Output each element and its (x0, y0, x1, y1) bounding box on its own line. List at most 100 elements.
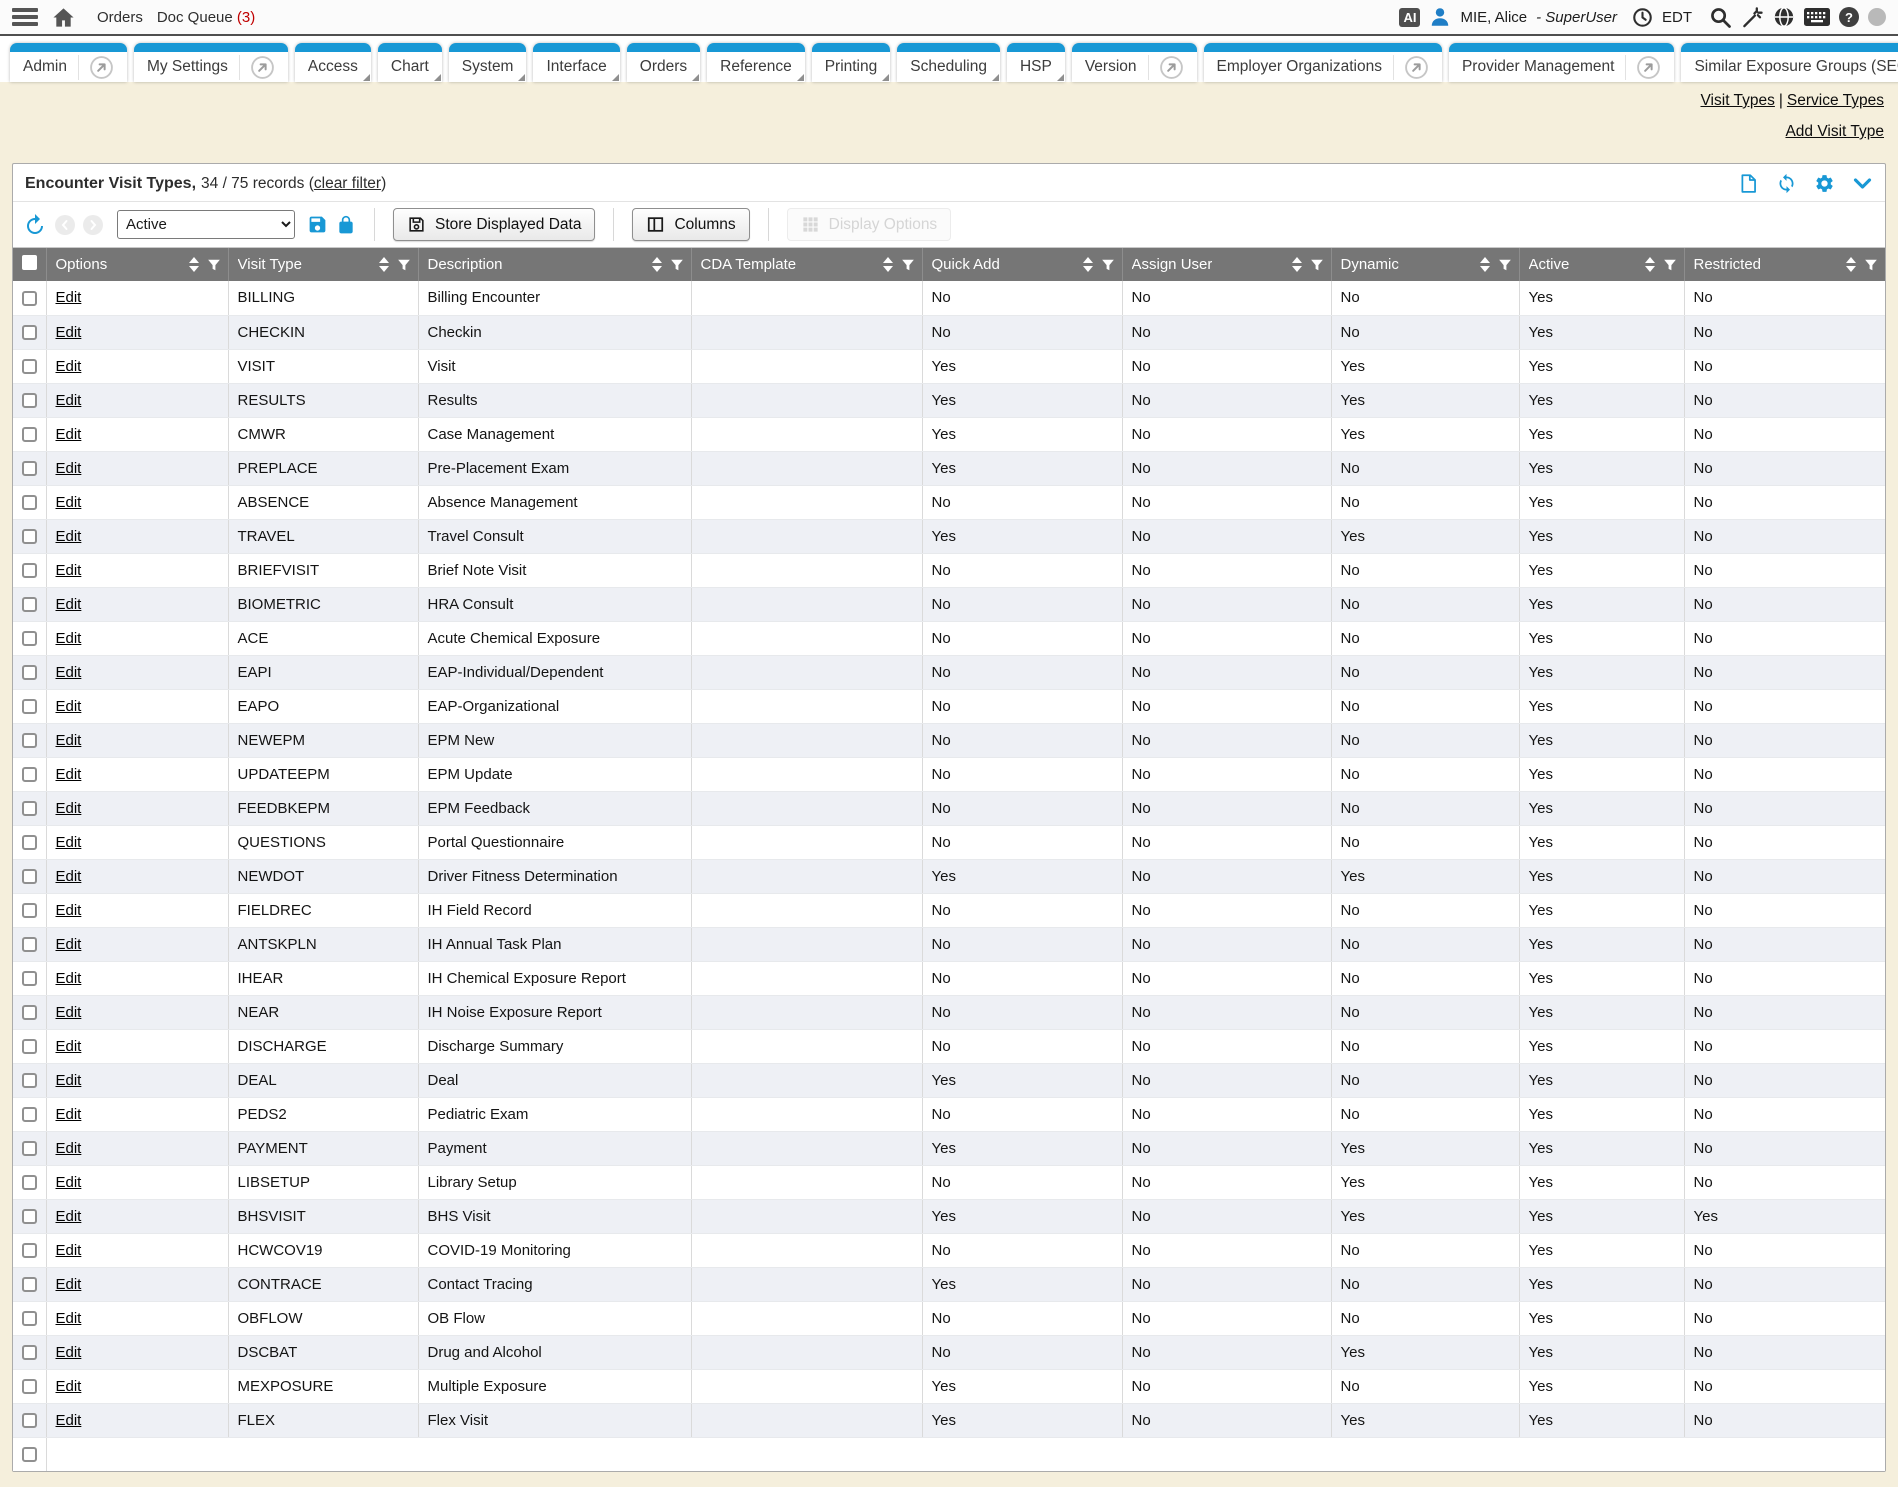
edit-link[interactable]: Edit (56, 630, 82, 647)
edit-link[interactable]: Edit (56, 494, 82, 511)
edit-link[interactable]: Edit (56, 868, 82, 885)
keyboard-icon[interactable] (1804, 8, 1830, 26)
nav-back-icon[interactable] (55, 215, 75, 235)
column-header-cda-template[interactable]: CDA Template (691, 248, 922, 281)
row-checkbox[interactable] (22, 869, 37, 884)
edit-link[interactable]: Edit (56, 936, 82, 953)
column-header-quick-add[interactable]: Quick Add (922, 248, 1122, 281)
tab-scheduling[interactable]: Scheduling (897, 43, 1000, 82)
edit-link[interactable]: Edit (56, 1140, 82, 1157)
user-name[interactable]: MIE, Alice (1460, 9, 1527, 26)
column-header-visit-type[interactable]: Visit Type (228, 248, 418, 281)
edit-link[interactable]: Edit (56, 562, 82, 579)
filter-funnel-icon[interactable] (670, 258, 684, 272)
row-checkbox[interactable] (22, 733, 37, 748)
sort-icon[interactable] (379, 257, 389, 272)
row-checkbox[interactable] (22, 393, 37, 408)
row-checkbox[interactable] (22, 563, 37, 578)
gear-icon[interactable] (1814, 173, 1835, 194)
edit-link[interactable]: Edit (56, 1208, 82, 1225)
tab-version[interactable]: Version (1072, 43, 1197, 82)
row-checkbox[interactable] (22, 1073, 37, 1088)
tab-hsp[interactable]: HSP (1007, 43, 1065, 82)
tab-access[interactable]: Access (295, 43, 371, 82)
row-checkbox[interactable] (22, 427, 37, 442)
filter-funnel-icon[interactable] (1310, 258, 1324, 272)
row-checkbox[interactable] (22, 291, 37, 306)
row-checkbox[interactable] (22, 529, 37, 544)
new-document-icon[interactable] (1738, 173, 1759, 194)
tab-admin[interactable]: Admin (10, 43, 127, 82)
row-checkbox[interactable] (22, 767, 37, 782)
clock-icon[interactable] (1632, 7, 1653, 28)
edit-link[interactable]: Edit (56, 1344, 82, 1361)
help-icon[interactable]: ? (1839, 7, 1859, 27)
row-checkbox[interactable] (22, 665, 37, 680)
lock-icon[interactable] (336, 215, 356, 235)
external-link-icon[interactable] (1625, 55, 1661, 80)
search-icon[interactable] (1709, 6, 1732, 29)
tab-similar-exposure-groups-segs[interactable]: Similar Exposure Groups (SEGs) (1681, 43, 1898, 82)
service-types-link[interactable]: Service Types (1787, 92, 1884, 109)
undo-icon[interactable] (23, 213, 47, 237)
tab-chart[interactable]: Chart (378, 43, 442, 82)
visit-types-link[interactable]: Visit Types (1701, 92, 1775, 109)
tab-reference[interactable]: Reference (707, 43, 805, 82)
edit-link[interactable]: Edit (56, 800, 82, 817)
row-checkbox[interactable] (22, 971, 37, 986)
row-checkbox[interactable] (22, 1243, 37, 1258)
external-link-icon[interactable] (78, 55, 114, 80)
edit-link[interactable]: Edit (56, 1378, 82, 1395)
edit-link[interactable]: Edit (56, 1038, 82, 1055)
edit-link[interactable]: Edit (56, 324, 82, 341)
chevron-down-icon[interactable] (1852, 173, 1873, 194)
edit-link[interactable]: Edit (56, 1072, 82, 1089)
filter-funnel-icon[interactable] (901, 258, 915, 272)
edit-link[interactable]: Edit (56, 426, 82, 443)
edit-link[interactable]: Edit (56, 358, 82, 375)
row-checkbox[interactable] (22, 903, 37, 918)
row-checkbox[interactable] (22, 1379, 37, 1394)
sort-icon[interactable] (1645, 257, 1655, 272)
save-filter-icon[interactable] (307, 214, 328, 235)
columns-button[interactable]: Columns (632, 208, 749, 241)
row-checkbox[interactable] (22, 1311, 37, 1326)
row-checkbox[interactable] (22, 1141, 37, 1156)
edit-link[interactable]: Edit (56, 596, 82, 613)
row-checkbox[interactable] (22, 835, 37, 850)
column-header-description[interactable]: Description (418, 248, 691, 281)
edit-link[interactable]: Edit (56, 1004, 82, 1021)
row-checkbox[interactable] (22, 1209, 37, 1224)
row-checkbox[interactable] (22, 1277, 37, 1292)
edit-link[interactable]: Edit (56, 1310, 82, 1327)
edit-link[interactable]: Edit (56, 970, 82, 987)
edit-link[interactable]: Edit (56, 1276, 82, 1293)
column-header-active[interactable]: Active (1519, 248, 1684, 281)
sort-icon[interactable] (189, 257, 199, 272)
status-filter-select[interactable]: Active (117, 210, 295, 239)
tab-interface[interactable]: Interface (533, 43, 619, 82)
breadcrumb-doc-queue[interactable]: Doc Queue (3) (157, 9, 255, 26)
column-header-restricted[interactable]: Restricted (1684, 248, 1885, 281)
edit-link[interactable]: Edit (56, 664, 82, 681)
row-checkbox[interactable] (22, 1039, 37, 1054)
row-checkbox[interactable] (22, 1175, 37, 1190)
sort-icon[interactable] (652, 257, 662, 272)
edit-link[interactable]: Edit (56, 834, 82, 851)
sort-icon[interactable] (883, 257, 893, 272)
edit-link[interactable]: Edit (56, 528, 82, 545)
row-checkbox[interactable] (22, 597, 37, 612)
trailer-checkbox[interactable] (22, 1447, 37, 1462)
filter-funnel-icon[interactable] (1864, 258, 1878, 272)
row-checkbox[interactable] (22, 801, 37, 816)
sort-icon[interactable] (1846, 257, 1856, 272)
edit-link[interactable]: Edit (56, 1242, 82, 1259)
store-displayed-data-button[interactable]: Store Displayed Data (393, 208, 595, 241)
row-checkbox[interactable] (22, 937, 37, 952)
row-checkbox[interactable] (22, 325, 37, 340)
add-visit-type-link[interactable]: Add Visit Type (1785, 123, 1884, 140)
edit-link[interactable]: Edit (56, 902, 82, 919)
tab-orders[interactable]: Orders (627, 43, 700, 82)
sort-icon[interactable] (1292, 257, 1302, 272)
tab-my-settings[interactable]: My Settings (134, 43, 288, 82)
